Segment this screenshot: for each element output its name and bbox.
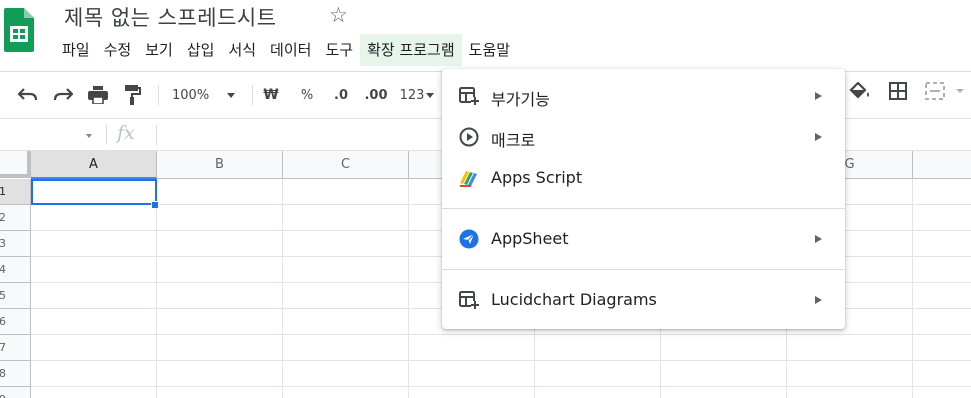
row-number: 2 [0, 211, 6, 224]
borders-icon[interactable] [889, 82, 907, 104]
row-header-1[interactable]: 1 [0, 179, 31, 205]
menu-item-label: 부가기능 [491, 90, 550, 109]
print-icon[interactable] [84, 82, 112, 108]
row-number: 4 [0, 263, 6, 276]
apps-script-icon [458, 167, 480, 189]
column-header-h[interactable] [913, 151, 971, 179]
formula-bar-divider [156, 125, 157, 145]
grid-line [31, 386, 971, 387]
appsheet-icon [458, 228, 480, 250]
zoom-value: 100% [172, 87, 210, 103]
menu-divider [442, 269, 845, 270]
row-number: 1 [0, 185, 6, 198]
extensions-menu: 부가기능 매크로 Apps Script AppSheet Lucidchart… [442, 69, 845, 329]
row-number: 6 [0, 315, 6, 328]
selected-cell-a1[interactable] [31, 179, 157, 205]
column-header-a[interactable]: A [31, 151, 157, 179]
formula-bar-divider [106, 125, 107, 145]
grid-line [156, 179, 157, 398]
grid-line [408, 179, 409, 398]
select-all-corner[interactable] [0, 151, 31, 178]
toolbar-divider [158, 85, 159, 105]
increase-decimal-button[interactable]: .00 [362, 82, 390, 108]
row-header-3[interactable]: 3 [0, 231, 31, 257]
merge-cells-icon[interactable] [925, 82, 965, 104]
menu-insert[interactable]: 삽입 [180, 34, 222, 66]
grid-line [912, 179, 913, 398]
toolbar-divider [252, 85, 253, 105]
menu-extensions[interactable]: 확장 프로그램 [360, 34, 462, 66]
row-number: 7 [0, 341, 6, 354]
row-number: 5 [0, 289, 6, 302]
star-outline-icon[interactable]: ☆ [329, 3, 348, 27]
menu-item-label: Apps Script [491, 168, 583, 187]
fill-handle[interactable] [151, 201, 159, 209]
row-number: 9 [0, 393, 6, 398]
column-header-b[interactable]: B [157, 151, 283, 179]
menu-tools[interactable]: 도구 [318, 34, 360, 66]
menu-data[interactable]: 데이터 [263, 34, 318, 66]
submenu-arrow-icon [815, 296, 822, 304]
menu-item-appsheet[interactable]: AppSheet [442, 221, 845, 257]
redo-icon[interactable] [49, 82, 77, 108]
fill-color-icon[interactable] [849, 81, 871, 104]
undo-icon[interactable] [14, 82, 42, 108]
paint-format-icon[interactable] [119, 82, 147, 108]
percent-format-button[interactable]: % [296, 82, 318, 108]
menu-item-label: AppSheet [491, 229, 569, 248]
grid-line [31, 360, 971, 361]
chevron-down-icon [426, 92, 435, 98]
row-header-2[interactable]: 2 [0, 205, 31, 231]
menu-item-macros[interactable]: 매크로 [442, 119, 845, 155]
menu-item-apps-script[interactable]: Apps Script [442, 160, 845, 196]
submenu-arrow-icon [815, 92, 822, 100]
menu-edit[interactable]: 수정 [97, 34, 139, 66]
menu-item-label: 매크로 [491, 131, 536, 150]
number-format-label: 123 [399, 87, 425, 103]
menu-view[interactable]: 보기 [138, 34, 180, 66]
decrease-decimal-button[interactable]: .0 [328, 82, 354, 108]
menu-item-lucidchart[interactable]: Lucidchart Diagrams [442, 282, 845, 318]
row-header-8[interactable]: 8 [0, 361, 31, 387]
grid-line [282, 179, 283, 398]
row-number: 8 [0, 367, 6, 380]
number-format-select[interactable]: 123 [397, 82, 437, 108]
row-header-6[interactable]: 6 [0, 309, 31, 335]
menu-divider [442, 208, 845, 209]
grid-line [31, 334, 971, 335]
sheets-logo-icon[interactable] [4, 8, 34, 52]
menu-help[interactable]: 도움말 [462, 34, 517, 66]
submenu-arrow-icon [815, 133, 822, 141]
menu-format[interactable]: 서식 [221, 34, 263, 66]
submenu-arrow-icon [815, 235, 822, 243]
addons-icon [458, 85, 480, 107]
zoom-select[interactable]: 100% [172, 82, 244, 108]
row-header-7[interactable]: 7 [0, 335, 31, 361]
menubar: 파일 수정 보기 삽입 서식 데이터 도구 확장 프로그램 도움말 [55, 34, 517, 66]
menu-file[interactable]: 파일 [55, 34, 97, 66]
lucidchart-addon-icon [458, 289, 480, 311]
row-header-5[interactable]: 5 [0, 283, 31, 309]
menu-item-addons[interactable]: 부가기능 [442, 78, 845, 114]
fx-icon: fx [117, 122, 135, 144]
row-header-9[interactable]: 9 [0, 387, 31, 398]
row-number: 3 [0, 237, 6, 250]
chevron-down-icon [227, 92, 236, 98]
currency-format-button[interactable]: ₩ [260, 82, 282, 108]
macro-play-icon [458, 126, 480, 148]
column-header-c[interactable]: C [283, 151, 409, 179]
row-header-4[interactable]: 4 [0, 257, 31, 283]
menu-item-label: Lucidchart Diagrams [491, 290, 657, 309]
name-box-dropdown-icon[interactable] [86, 134, 92, 138]
document-title[interactable]: 제목 없는 스프레드시트 [64, 2, 277, 32]
